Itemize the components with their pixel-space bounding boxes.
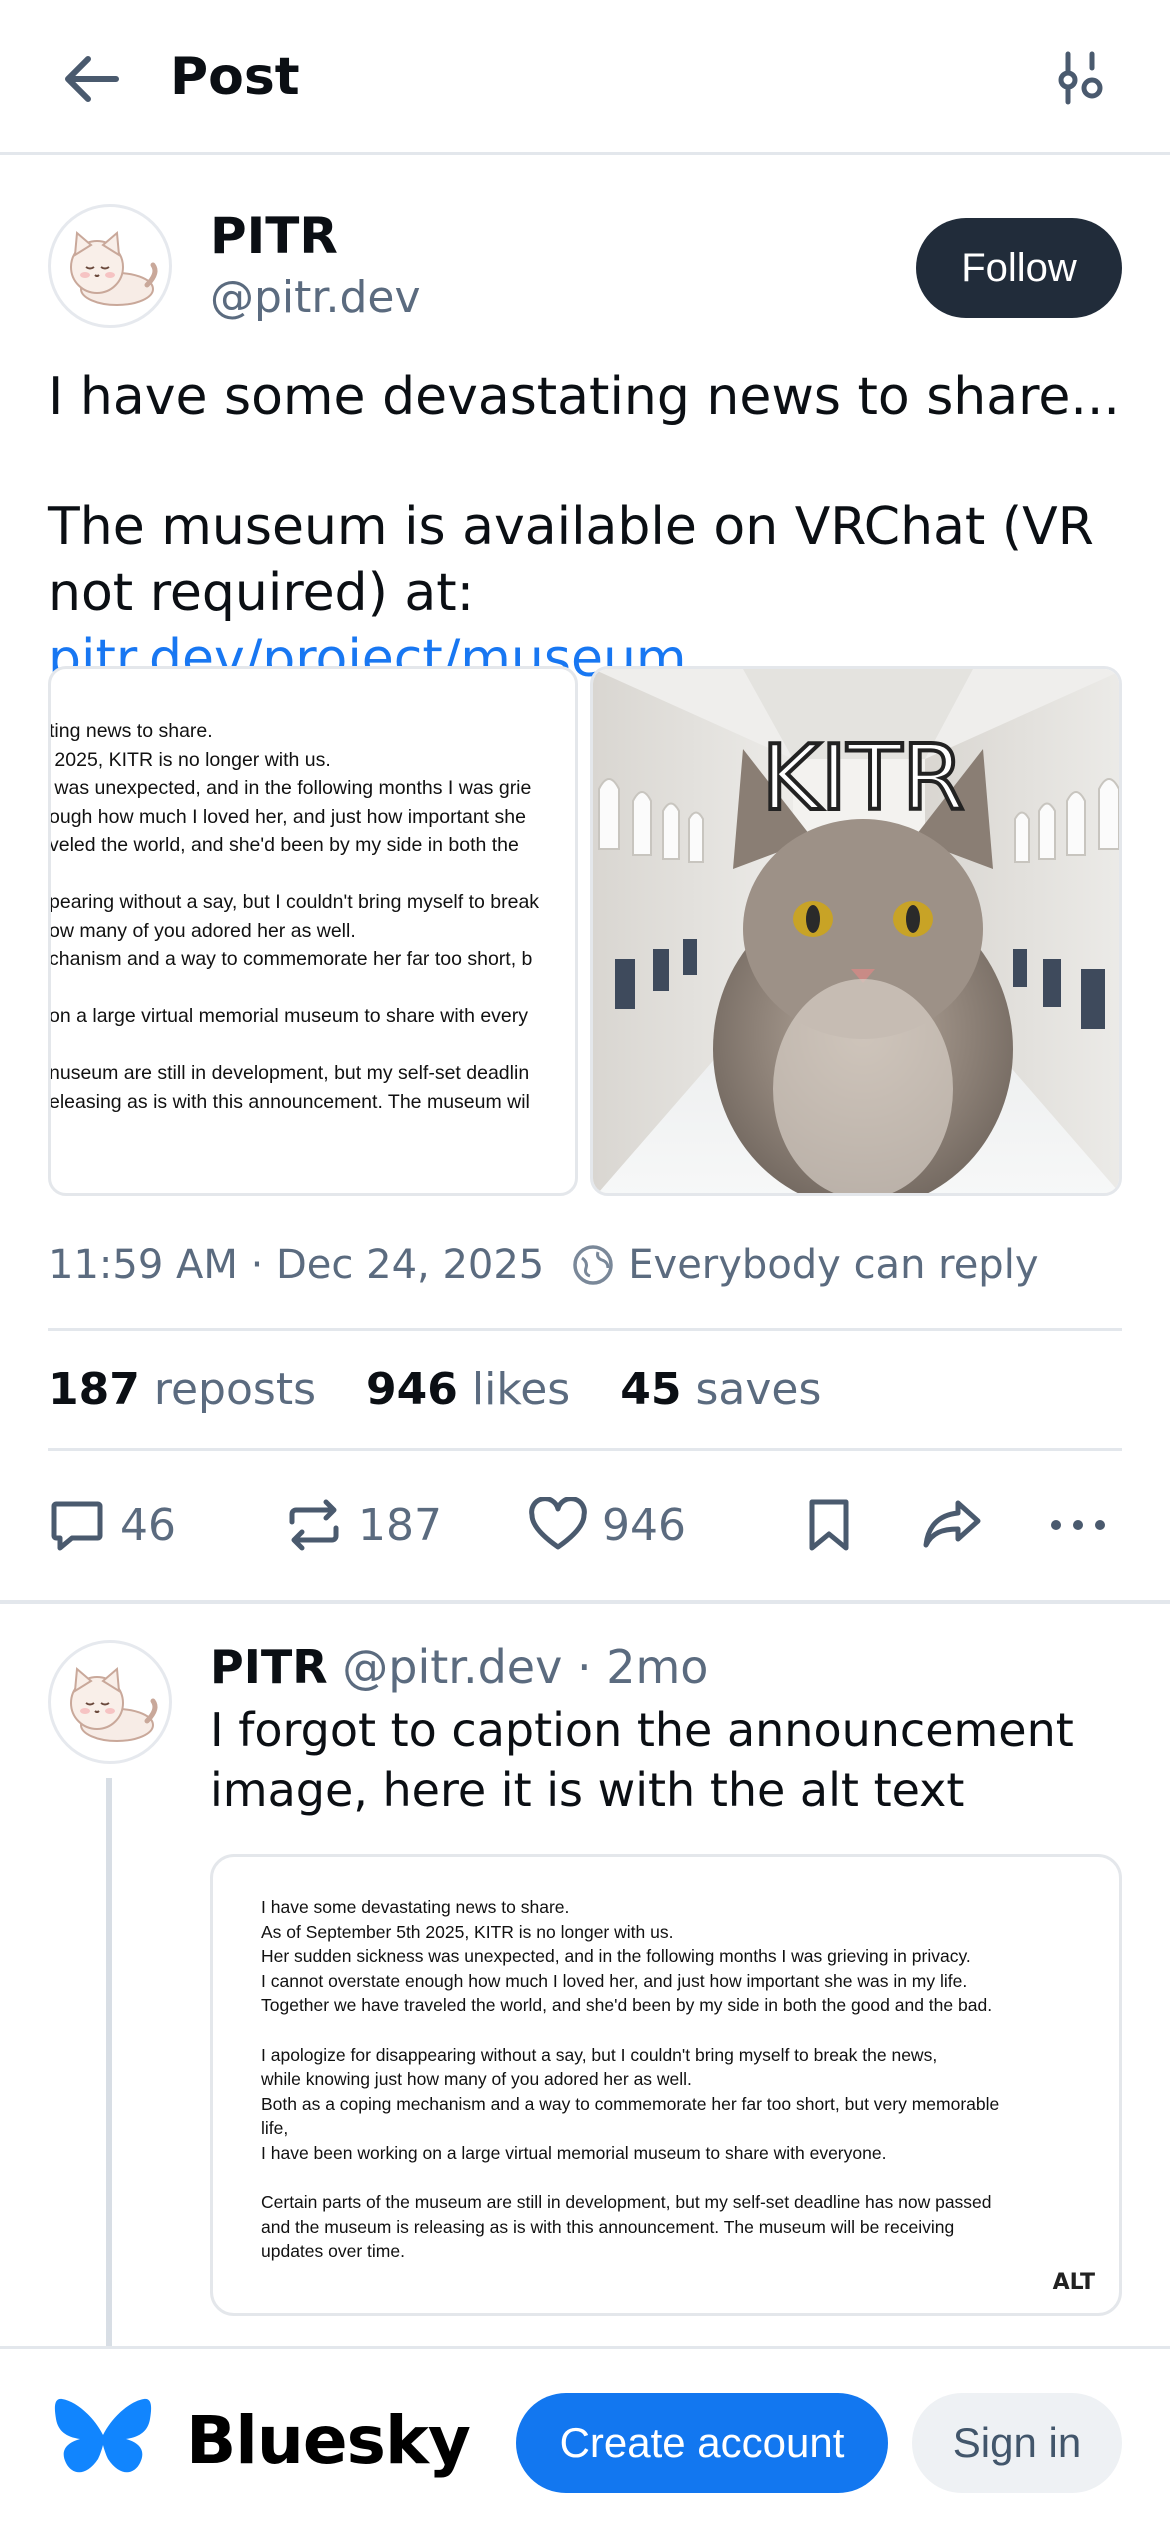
alt-badge[interactable]: ALT (1042, 2266, 1105, 2299)
back-button[interactable] (56, 44, 126, 114)
museum-cat-photo: KITR (593, 669, 1119, 1193)
post-text: I have some devastating news to share...… (48, 364, 1128, 692)
heart-icon (529, 1497, 587, 1550)
reposts-stat[interactable]: 187 reposts (48, 1362, 316, 1418)
brand-name: Bluesky (186, 2401, 471, 2479)
cat-avatar-icon (70, 230, 158, 306)
reply-header: PITR @pitr.dev · 2mo (210, 1638, 708, 1696)
reply-age: · 2mo (576, 1640, 709, 1694)
likes-stat[interactable]: 946 likes (366, 1362, 570, 1418)
post-timestamp: 11:59 AM · Dec 24, 2025 (48, 1242, 545, 1288)
reply-image[interactable]: I have some devastating news to share. A… (210, 1854, 1122, 2316)
reply-author-name[interactable]: PITR (210, 1640, 328, 1694)
follow-button[interactable]: Follow (916, 218, 1122, 318)
reply-button[interactable]: 46 (48, 1490, 176, 1560)
reply-setting: Everybody can reply (628, 1242, 1039, 1288)
author-avatar[interactable] (48, 204, 172, 328)
author-handle[interactable]: @pitr.dev (210, 270, 420, 326)
repost-icon (289, 1499, 339, 1551)
bookmark-icon (809, 1499, 849, 1551)
author-name[interactable]: PITR (210, 206, 338, 266)
reply-image-text: I have some devastating news to share. A… (261, 1897, 1000, 2262)
sliders-icon (1058, 51, 1103, 105)
bluesky-logo[interactable]: Bluesky (54, 2397, 471, 2483)
more-options-button[interactable] (1048, 1490, 1122, 1560)
globe-icon (573, 1245, 613, 1285)
thread-line (106, 1778, 112, 2348)
divider (48, 1328, 1122, 1331)
post-text-prefix: The museum is available on VRChat (VR no… (48, 497, 1094, 623)
top-bar: Post (0, 0, 1170, 155)
share-button[interactable] (920, 1490, 998, 1560)
comment-icon (51, 1501, 103, 1551)
reply-count: 46 (120, 1499, 176, 1551)
sign-in-button[interactable]: Sign in (912, 2393, 1122, 2493)
bookmark-button[interactable] (804, 1490, 868, 1560)
like-count: 946 (602, 1499, 686, 1551)
post-stats: 187 reposts 946 likes 45 saves (48, 1362, 871, 1418)
post-text-line1: I have some devastating news to share... (48, 367, 1120, 427)
repost-count: 187 (358, 1499, 442, 1551)
cat-avatar-icon (70, 1666, 158, 1742)
likes-label: likes (471, 1364, 571, 1415)
butterfly-icon (54, 2398, 152, 2473)
kitr-caption: KITR (761, 726, 964, 831)
repost-button[interactable]: 187 (284, 1490, 442, 1560)
arrow-left-icon (65, 56, 119, 102)
page-title: Post (170, 47, 300, 107)
saves-stat[interactable]: 45 saves (620, 1362, 821, 1418)
post-actions: 46 187 946 (48, 1490, 1122, 1560)
like-button[interactable]: 946 (528, 1490, 686, 1560)
more-dots-icon (1051, 1520, 1105, 1530)
create-account-button[interactable]: Create account (516, 2393, 888, 2493)
reposts-count: 187 (48, 1364, 140, 1415)
likes-count: 946 (366, 1364, 458, 1415)
divider (48, 1448, 1122, 1451)
post-text-line2: The museum is available on VRChat (VR no… (48, 494, 1128, 692)
bottom-bar: Bluesky Create account Sign in (0, 2346, 1170, 2532)
reply-author-avatar[interactable] (48, 1640, 172, 1764)
saves-label: saves (695, 1364, 822, 1415)
saves-count: 45 (620, 1364, 682, 1415)
share-icon (923, 1500, 981, 1548)
reply-author-handle[interactable]: @pitr.dev (342, 1640, 562, 1694)
post-image-announcement[interactable]: ting news to share. 2025, KITR is no lon… (48, 666, 578, 1196)
post-image-museum-cat[interactable]: KITR (590, 666, 1122, 1196)
reposts-label: reposts (153, 1364, 317, 1415)
app-root: Post PITR @pitr.dev Follow I have some d… (0, 0, 1170, 2532)
filter-button[interactable] (1050, 48, 1110, 108)
post-meta: 11:59 AM · Dec 24, 2025 Everybody can re… (48, 1240, 1038, 1290)
reply-text: I forgot to caption the announcement ima… (210, 1703, 1074, 1817)
post-separator (0, 1600, 1170, 1604)
announcement-image-text: ting news to share. 2025, KITR is no lon… (49, 720, 540, 1113)
